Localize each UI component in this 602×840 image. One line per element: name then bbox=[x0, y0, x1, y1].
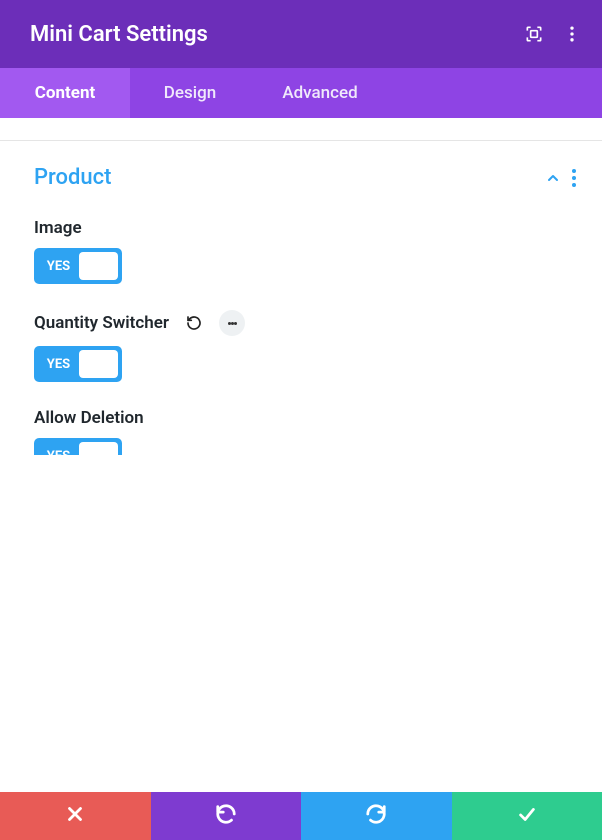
redo-icon bbox=[365, 803, 387, 830]
undo-button[interactable] bbox=[151, 792, 302, 840]
section-product: Product Image YES bbox=[0, 141, 602, 455]
section-product-body: Image YES Quantity Switcher bbox=[0, 214, 602, 455]
tab-advanced[interactable]: Advanced bbox=[250, 68, 390, 118]
header-actions bbox=[524, 24, 582, 44]
toggle-state: YES bbox=[38, 357, 79, 372]
field-allow-deletion-label: Allow Deletion bbox=[34, 408, 144, 428]
close-icon bbox=[64, 803, 86, 830]
toggle-knob bbox=[79, 252, 118, 280]
reset-icon[interactable] bbox=[181, 310, 207, 336]
field-image-label: Image bbox=[34, 218, 82, 238]
redo-button[interactable] bbox=[301, 792, 452, 840]
expand-icon[interactable] bbox=[524, 24, 544, 44]
section-product-controls bbox=[544, 169, 578, 187]
settings-panel: Mini Cart Settings Content Design Advanc… bbox=[0, 0, 602, 840]
field-quantity-switcher-label: Quantity Switcher bbox=[34, 313, 169, 333]
field-quantity-switcher: Quantity Switcher YES bbox=[34, 310, 568, 382]
toggle-knob bbox=[79, 442, 118, 455]
field-allow-deletion: Allow Deletion YES bbox=[34, 408, 568, 455]
header-more-icon[interactable] bbox=[562, 24, 582, 44]
check-icon bbox=[516, 803, 538, 830]
field-image-toggle[interactable]: YES bbox=[34, 248, 122, 284]
content-area: Product Image YES bbox=[0, 118, 602, 455]
field-allow-deletion-toggle[interactable]: YES bbox=[34, 438, 122, 455]
action-bar bbox=[0, 792, 602, 840]
page-title: Mini Cart Settings bbox=[30, 22, 208, 47]
section-product-title: Product bbox=[34, 165, 111, 190]
toggle-state: YES bbox=[38, 259, 79, 274]
undo-icon bbox=[215, 803, 237, 830]
tab-design[interactable]: Design bbox=[130, 68, 250, 118]
cancel-button[interactable] bbox=[0, 792, 151, 840]
chevron-up-icon[interactable] bbox=[544, 169, 562, 187]
field-more-icon[interactable] bbox=[219, 310, 245, 336]
tab-content[interactable]: Content bbox=[0, 68, 130, 118]
toggle-knob bbox=[79, 350, 118, 378]
tab-bar: Content Design Advanced bbox=[0, 68, 602, 118]
section-product-header[interactable]: Product bbox=[0, 141, 602, 214]
field-quantity-switcher-toggle[interactable]: YES bbox=[34, 346, 122, 382]
section-more-icon[interactable] bbox=[572, 169, 578, 187]
header: Mini Cart Settings bbox=[0, 0, 602, 68]
confirm-button[interactable] bbox=[452, 792, 602, 840]
field-image: Image YES bbox=[34, 218, 568, 284]
